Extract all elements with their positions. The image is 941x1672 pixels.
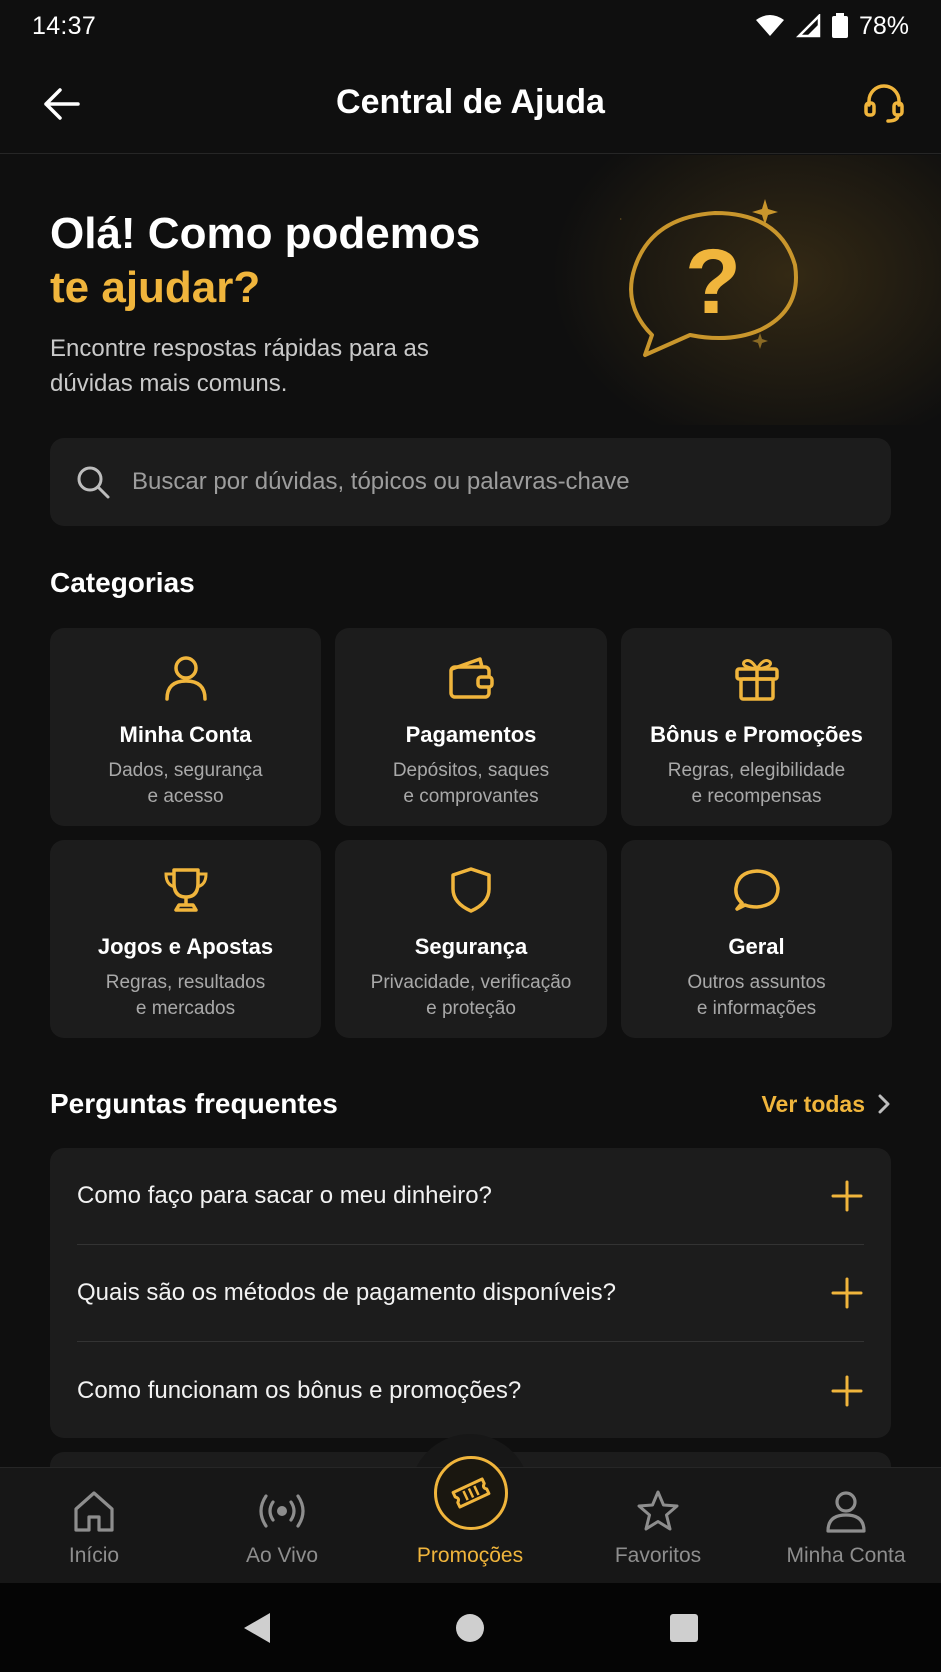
search-bar[interactable] [50, 438, 891, 526]
home-icon [69, 1486, 119, 1536]
shield-icon [443, 862, 499, 918]
headset-icon [864, 84, 904, 123]
wifi-icon [755, 14, 785, 38]
faq-question: Quais são os métodos de pagamento dispon… [77, 1279, 617, 1306]
faq-item[interactable]: Como funcionam os bônus e promoções? [77, 1342, 864, 1439]
faq-question: Como faço para sacar o meu dinheiro? [77, 1182, 492, 1209]
category-pagamentos[interactable]: Pagamentos Depósitos, saques e comprovant… [335, 628, 607, 826]
nav-item-favoritos[interactable]: Favoritos [564, 1468, 752, 1583]
hero-title: Olá! Como podemos te ajudar? [50, 207, 480, 315]
user-icon [821, 1486, 871, 1536]
status-bar: 14:37 78% [0, 0, 941, 52]
category-description: Outros assuntos e informações [687, 972, 826, 1019]
category-title: Segurança [414, 934, 528, 959]
hero-title-line2: te ajudar? [50, 263, 261, 312]
star-icon [633, 1486, 683, 1536]
categories-grid: Minha Conta Dados, segurança e acesso Pag… [50, 628, 892, 1038]
hero-title-line1: Olá! Como podemos [50, 209, 481, 258]
nav-label: Minha Conta [786, 1544, 906, 1567]
status-time: 14:37 [32, 11, 97, 40]
faq-item[interactable]: Como faço para sacar o meu dinheiro? [77, 1148, 864, 1245]
faq-item[interactable]: Quais são os métodos de pagamento dispon… [77, 1245, 864, 1342]
plus-icon [831, 1375, 863, 1406]
faq-header: Perguntas frequentes Ver todas [50, 1088, 891, 1120]
page-title: Central de Ajuda [336, 83, 605, 121]
category-seguranca[interactable]: Segurança Privacidade, verificação e prot… [335, 840, 607, 1038]
category-description: Regras, elegibilidade e recompensas [667, 760, 846, 807]
system-recents-icon[interactable] [669, 1613, 699, 1643]
search-icon [77, 466, 110, 499]
nav-item-minha-conta[interactable]: Minha Conta [752, 1468, 940, 1583]
faq-list: Como faço para sacar o meu dinheiro? Qua… [50, 1148, 891, 1438]
category-title: Jogos e Apostas [97, 934, 274, 959]
category-title: Pagamentos [405, 722, 537, 747]
see-all-label: Ver todas [761, 1090, 865, 1117]
hero-section: Olá! Como podemos te ajudar? Encontre re… [0, 155, 941, 425]
category-bonus-promocoes[interactable]: Bônus e Promoções Regras, elegibilidade e… [621, 628, 892, 826]
battery-percent: 78% [858, 11, 909, 40]
plus-icon [831, 1277, 863, 1309]
category-title: Minha Conta [119, 722, 252, 747]
question-bubble-icon: ? [620, 199, 798, 357]
battery-icon [831, 13, 849, 39]
nav-label: Ao Vivo [246, 1544, 318, 1567]
category-description: Dados, segurança e acesso [108, 760, 263, 807]
svg-text:?: ? [685, 231, 741, 333]
user-icon [158, 650, 214, 706]
app-bar: Central de Ajuda [0, 52, 941, 154]
faq-question: Como funcionam os bônus e promoções? [77, 1376, 522, 1404]
promotions-button[interactable] [434, 1456, 508, 1530]
category-minha-conta[interactable]: Minha Conta Dados, segurança e acesso [50, 628, 321, 826]
support-button[interactable] [859, 78, 909, 128]
category-geral[interactable]: Geral Outros assuntos e informações [621, 840, 892, 1038]
category-title: Geral [728, 934, 785, 959]
trophy-icon [158, 862, 214, 918]
categories-title: Categorias [50, 567, 195, 598]
category-description: Depósitos, saques e comprovantes [392, 760, 550, 807]
search-input[interactable] [132, 468, 891, 496]
see-all-link[interactable]: Ver todas [761, 1091, 891, 1118]
chat-bubble-icon [729, 862, 785, 918]
system-home-icon[interactable] [455, 1613, 485, 1643]
category-title: Bônus e Promoções [650, 722, 863, 747]
wallet-icon [443, 650, 499, 706]
live-broadcast-icon [257, 1486, 307, 1536]
arrow-left-icon [44, 88, 80, 120]
nav-item-inicio[interactable]: Início [0, 1468, 188, 1583]
signal-icon [795, 14, 821, 38]
faq-title: Perguntas frequentes [50, 1088, 338, 1119]
gift-icon [729, 650, 785, 706]
ticket-icon [451, 1477, 491, 1509]
nav-label: Início [68, 1544, 120, 1567]
nav-label: Favoritos [614, 1544, 702, 1567]
category-description: Privacidade, verificação e proteção [370, 972, 572, 1019]
chevron-right-icon [878, 1094, 890, 1114]
plus-icon [831, 1180, 863, 1212]
hero-subtitle: Encontre respostas rápidas para as dúvid… [50, 335, 429, 397]
back-button[interactable] [38, 82, 86, 126]
nav-item-ao-vivo[interactable]: Ao Vivo [188, 1468, 376, 1583]
category-description: Regras, resultados e mercados [105, 972, 266, 1019]
nav-label: Promoções [416, 1544, 524, 1567]
status-icons: 78% [755, 12, 909, 41]
category-jogos-apostas[interactable]: Jogos e Apostas Regras, resultados e merc… [50, 840, 321, 1038]
system-navigation-bar [0, 1583, 941, 1672]
system-back-icon[interactable] [242, 1611, 272, 1645]
